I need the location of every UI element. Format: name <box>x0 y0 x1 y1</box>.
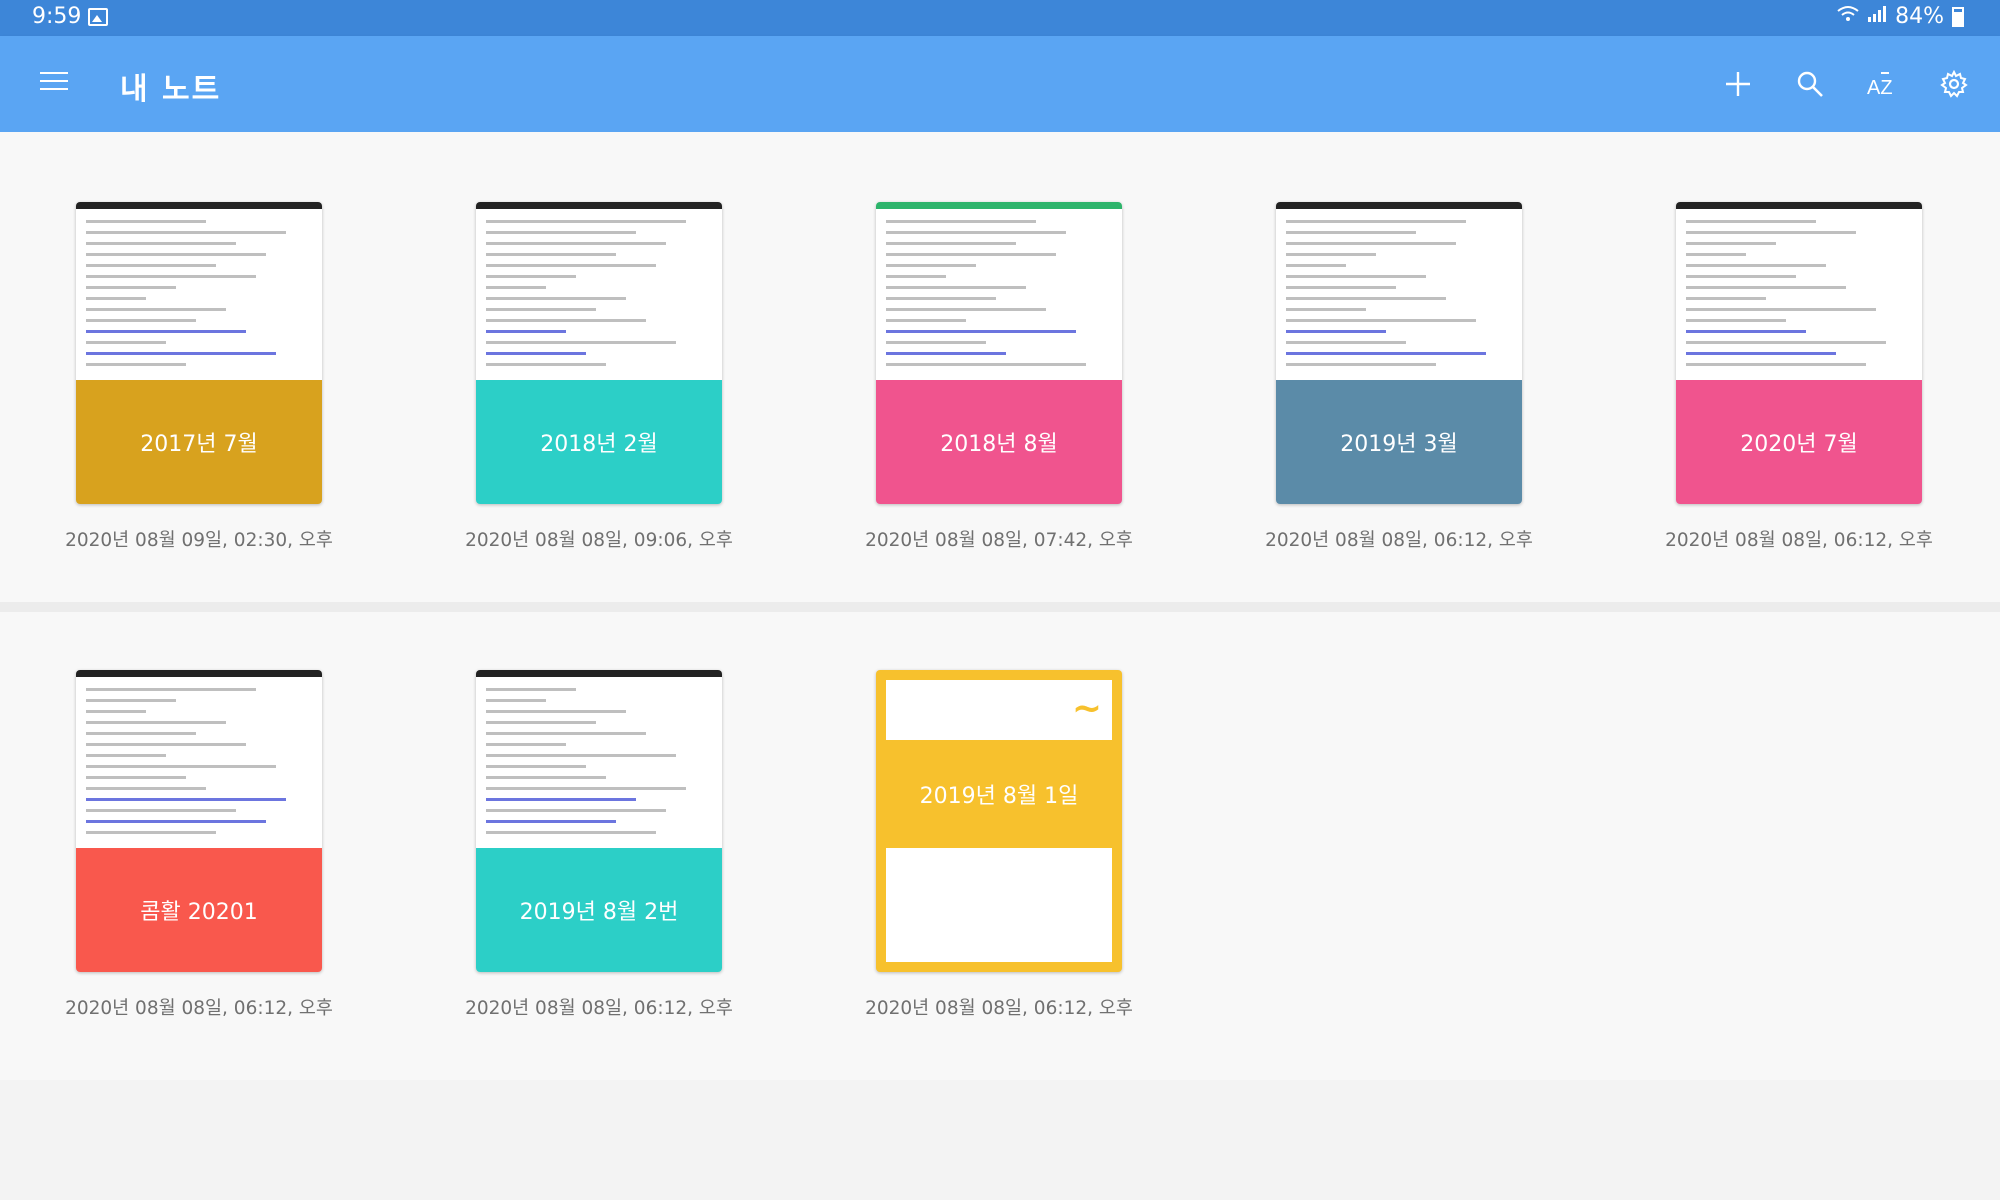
cover-image-bottom <box>886 848 1112 962</box>
note-card[interactable]: 2019년 3월 2020년 08월 08일, 06:12, 오후 <box>1265 202 1533 552</box>
notebook-cover[interactable]: ~2019년 8월 1일 <box>876 670 1122 972</box>
notebook-cover[interactable]: 2019년 3월 <box>1276 202 1522 504</box>
note-title: 2019년 3월 <box>1276 380 1522 504</box>
status-right: 84% <box>1837 4 1964 29</box>
menu-icon[interactable] <box>36 66 72 102</box>
note-title: 2018년 2월 <box>476 380 722 504</box>
note-date: 2020년 08월 08일, 06:12, 오후 <box>1665 530 1933 551</box>
battery-percent: 84% <box>1895 4 1944 29</box>
note-card[interactable]: 2020년 7월 2020년 08월 08일, 06:12, 오후 <box>1665 202 1933 552</box>
note-card[interactable]: 2018년 8월 2020년 08월 08일, 07:42, 오후 <box>865 202 1133 552</box>
note-date: 2020년 08월 08일, 07:42, 오후 <box>865 530 1133 551</box>
wifi-icon <box>1837 4 1859 29</box>
note-thumbnail <box>76 670 322 848</box>
note-title: 2017년 7월 <box>76 380 322 504</box>
sort-az-icon: AZ <box>1867 72 1893 98</box>
note-card[interactable]: ~2019년 8월 1일 2020년 08월 08일, 06:12, 오후 <box>865 670 1133 1020</box>
battery-icon <box>1952 6 1964 27</box>
cover-image-top: ~ <box>886 680 1112 740</box>
note-title: 2020년 7월 <box>1676 380 1922 504</box>
status-bar: 9:59 84% <box>0 0 2000 36</box>
note-card[interactable]: 콤활 20201 2020년 08월 08일, 06:12, 오후 <box>65 670 333 1020</box>
note-card[interactable]: 2017년 7월 2020년 08월 09일, 02:30, 오후 <box>65 202 333 552</box>
app-bar: 내 노트 AZ <box>0 36 2000 132</box>
svg-text:AZ: AZ <box>1867 77 1893 98</box>
plus-icon <box>1726 72 1750 96</box>
note-thumbnail <box>476 202 722 380</box>
note-title: 2019년 8월 1일 <box>919 784 1079 809</box>
page-title: 내 노트 <box>120 72 222 107</box>
notebook-cover[interactable]: 2018년 8월 <box>876 202 1122 504</box>
notebook-cover[interactable]: 2017년 7월 <box>76 202 322 504</box>
notebook-cover[interactable]: 2018년 2월 <box>476 202 722 504</box>
note-title: 콤활 20201 <box>76 848 322 972</box>
note-thumbnail <box>1276 202 1522 380</box>
search-button[interactable] <box>1786 60 1834 108</box>
note-date: 2020년 08월 09일, 02:30, 오후 <box>65 530 333 551</box>
note-date: 2020년 08월 08일, 06:12, 오후 <box>65 998 333 1019</box>
settings-button[interactable] <box>1930 60 1978 108</box>
handwriting-decoration: ~ <box>1071 688 1102 729</box>
note-thumbnail <box>76 202 322 380</box>
notebook-cover[interactable]: 2020년 7월 <box>1676 202 1922 504</box>
signal-icon <box>1867 4 1887 29</box>
note-card[interactable]: 2019년 8월 2번 2020년 08월 08일, 06:12, 오후 <box>465 670 733 1020</box>
section-divider <box>0 602 2000 612</box>
status-time: 9:59 <box>32 4 82 29</box>
note-date: 2020년 08월 08일, 06:12, 오후 <box>1265 530 1533 551</box>
notebook-cover[interactable]: 콤활 20201 <box>76 670 322 972</box>
note-thumbnail <box>476 670 722 848</box>
note-title: 2019년 8월 2번 <box>476 848 722 972</box>
note-thumbnail <box>1676 202 1922 380</box>
image-notification-icon <box>88 8 108 26</box>
notebook-cover[interactable]: 2019년 8월 2번 <box>476 670 722 972</box>
add-note-button[interactable] <box>1714 60 1762 108</box>
search-icon <box>1797 71 1823 97</box>
note-title: 2018년 8월 <box>876 380 1122 504</box>
note-thumbnail <box>876 202 1122 380</box>
gear-icon <box>1940 70 1968 98</box>
note-card[interactable]: 2018년 2월 2020년 08월 08일, 09:06, 오후 <box>465 202 733 552</box>
note-date: 2020년 08월 08일, 06:12, 오후 <box>465 998 733 1019</box>
toolbar-actions: AZ <box>1714 60 1978 108</box>
note-date: 2020년 08월 08일, 06:12, 오후 <box>865 998 1133 1019</box>
sort-button[interactable]: AZ <box>1858 60 1906 108</box>
note-date: 2020년 08월 08일, 09:06, 오후 <box>465 530 733 551</box>
